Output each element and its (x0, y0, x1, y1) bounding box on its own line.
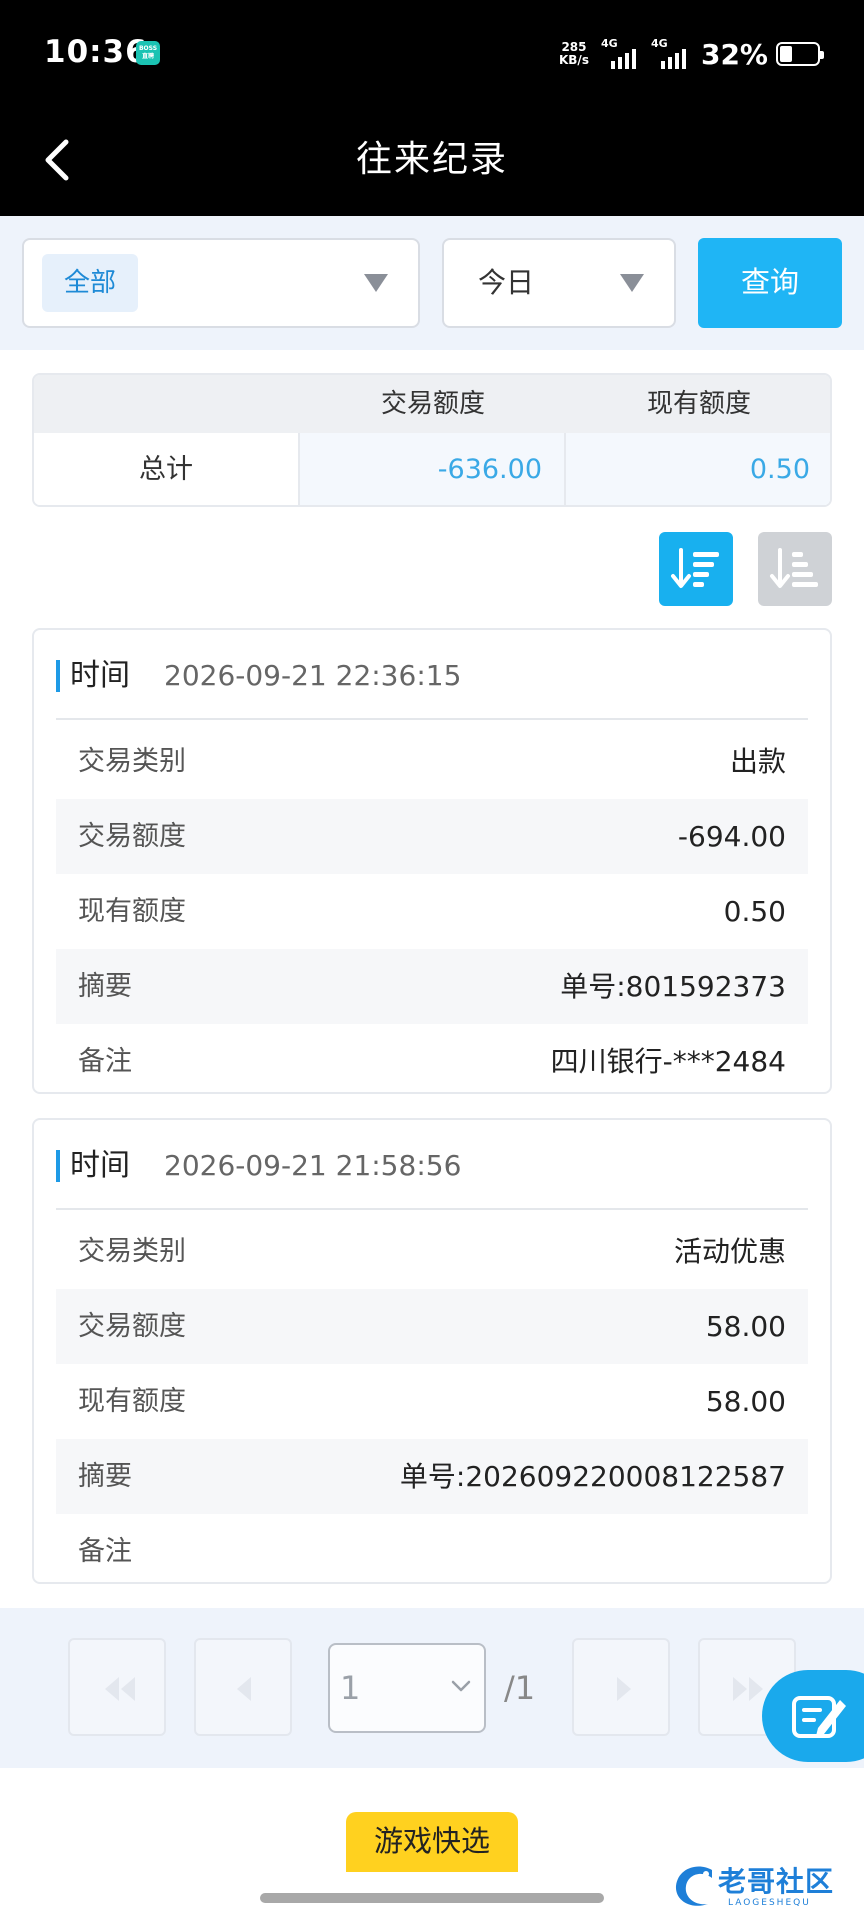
summary-total-row: 总计 -636.00 0.50 (34, 433, 830, 505)
chevron-down-icon (451, 1680, 471, 1692)
field-key: 交易额度 (78, 1311, 186, 1342)
record-field-row: 交易额度 -694.00 (56, 799, 808, 874)
prev-page-button[interactable] (194, 1638, 292, 1736)
date-select[interactable]: 今日 (442, 238, 676, 328)
sort-descending-icon (671, 548, 719, 588)
floating-edit-button[interactable] (762, 1670, 864, 1762)
summary-header: 交易额度 现有额度 (34, 375, 830, 433)
home-indicator[interactable] (260, 1893, 604, 1903)
network-speed-unit: KB/s (558, 53, 589, 67)
field-key: 摘要 (78, 971, 132, 1002)
record-card-header: 时间 2026-09-21 22:36:15 (56, 630, 808, 720)
field-key: 摘要 (78, 1461, 132, 1492)
accent-bar (56, 660, 60, 692)
boss-app-icon: BOSS 直聘 (136, 41, 160, 65)
accent-bar (56, 1150, 60, 1182)
page-total: /1 (504, 1669, 536, 1707)
summary-col-balance: 现有额度 (646, 389, 751, 419)
record-card-header: 时间 2026-09-21 21:58:56 (56, 1120, 808, 1210)
record-card: 时间 2026-09-21 21:58:56 交易类别 活动优惠 交易额度 58.0… (32, 1118, 832, 1584)
record-field-row: 备注 四川银行-***2484 (56, 1024, 808, 1099)
field-key: 备注 (78, 1046, 132, 1077)
watermark-text: 老哥社区 (718, 1865, 835, 1898)
record-card: 时间 2026-09-21 22:36:15 交易类别 出款 交易额度 -694.0… (32, 628, 832, 1094)
field-value: 四川银行-***2484 (550, 1045, 786, 1078)
status-time: 10:36 (44, 34, 148, 70)
first-page-button[interactable] (68, 1638, 166, 1736)
signal-label: 4G (650, 37, 668, 50)
filter-bar: 全部 今日 查询 (0, 216, 864, 350)
record-field-row: 现有额度 0.50 (56, 874, 808, 949)
sort-descending-button[interactable] (659, 532, 733, 606)
double-chevron-left-icon (105, 1677, 135, 1701)
field-value: 0.50 (723, 895, 786, 928)
category-chip: 全部 (42, 254, 139, 312)
record-field-row: 交易类别 活动优惠 (56, 1214, 808, 1289)
chevron-right-icon (617, 1677, 631, 1701)
category-select[interactable]: 全部 (22, 238, 420, 328)
signal-icon: 4G (600, 37, 639, 69)
status-bar: 10:36 BOSS 直聘 285 KB/s 4G 4G 32% (0, 0, 864, 104)
status-right: 285 KB/s 4G 4G 32% (559, 34, 824, 74)
battery-icon (776, 42, 824, 66)
record-field-row: 交易额度 58.00 (56, 1289, 808, 1364)
sort-ascending-icon (770, 548, 818, 588)
chevron-left-icon (237, 1677, 251, 1701)
field-value: 活动优惠 (673, 1235, 786, 1268)
field-key: 现有额度 (78, 1386, 186, 1417)
field-value: -694.00 (677, 820, 786, 853)
chevron-down-icon (620, 274, 644, 292)
next-page-button[interactable] (572, 1638, 670, 1736)
query-button[interactable]: 查询 (698, 238, 842, 328)
page-select-value: 1 (340, 1669, 361, 1707)
app-header: 往来纪录 (0, 104, 864, 216)
watermark-subtext: LAOGESHEQU (728, 1898, 811, 1908)
network-speed: 285 KB/s (559, 41, 589, 67)
record-time-value: 2026-09-21 21:58:56 (164, 1149, 462, 1182)
record-fields: 交易类别 活动优惠 交易额度 58.00 现有额度 58.00 摘要 单号:202609… (56, 1214, 808, 1589)
summary-col-trade: 交易额度 (380, 389, 485, 419)
field-value: 58.00 (705, 1385, 786, 1418)
page-title: 往来纪录 (355, 139, 508, 180)
game-quick-select-button[interactable]: 游戏快选 (346, 1812, 518, 1872)
watermark-logo: 老哥社区 LAOGESHEQU (668, 1860, 858, 1914)
summary-total-label: 总计 (34, 433, 300, 505)
pagination: 1 /1 (0, 1608, 864, 1768)
record-field-row: 现有额度 58.00 (56, 1364, 808, 1439)
field-key: 交易类别 (78, 1236, 186, 1267)
field-key: 交易额度 (78, 821, 186, 852)
field-value: 58.00 (705, 1310, 786, 1343)
date-select-value: 今日 (478, 266, 535, 299)
record-time-value: 2026-09-21 22:36:15 (164, 659, 462, 692)
double-chevron-right-icon (733, 1677, 763, 1701)
record-field-row: 摘要 单号:2026092200081225​87 (56, 1439, 808, 1514)
chevron-down-icon (364, 274, 388, 292)
record-field-row: 摘要 单号:801592373 (56, 949, 808, 1024)
summary-balance-value: 0.50 (566, 433, 830, 505)
edit-icon (792, 1696, 846, 1738)
field-key: 交易类别 (78, 746, 186, 777)
sort-ascending-button[interactable] (758, 532, 832, 606)
field-value: 出款 (729, 745, 786, 778)
summary-trade-value: -636.00 (300, 433, 566, 505)
summary-table: 交易额度 现有额度 总计 -636.00 0.50 (32, 373, 832, 507)
record-time-label: 时间 (70, 658, 130, 693)
record-field-row: 交易类别 出款 (56, 724, 808, 799)
signal-icon: 4G (650, 37, 689, 69)
dragon-logo-icon (675, 1866, 712, 1906)
field-value: 单号:2026092200081225​87 (399, 1460, 786, 1493)
record-fields: 交易类别 出款 交易额度 -694.00 现有额度 0.50 摘要 单号:8015923… (56, 724, 808, 1099)
record-field-row: 备注 (56, 1514, 808, 1589)
field-key: 备注 (78, 1536, 132, 1567)
battery-percent: 32% (700, 37, 768, 71)
page-select[interactable]: 1 (328, 1643, 486, 1733)
field-key: 现有额度 (78, 896, 186, 927)
signal-label: 4G (600, 37, 618, 50)
field-value: 单号:801592373 (560, 970, 786, 1003)
record-time-label: 时间 (70, 1148, 130, 1183)
